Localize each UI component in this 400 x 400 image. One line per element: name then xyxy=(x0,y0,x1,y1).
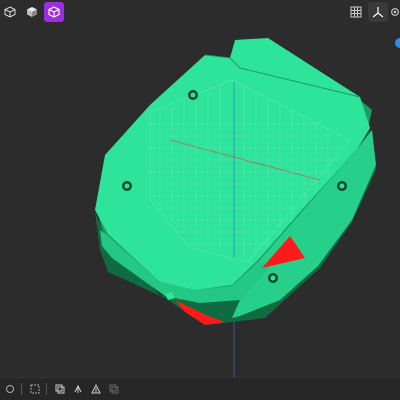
3d-viewport[interactable] xyxy=(0,0,400,378)
move-button[interactable] xyxy=(70,381,86,397)
solid-view-button[interactable] xyxy=(22,2,42,22)
box-select-button[interactable] xyxy=(27,381,43,397)
move-icon xyxy=(74,384,82,393)
select-tool-icon xyxy=(6,385,14,393)
axes-icon xyxy=(372,7,384,18)
wireframe-cube-icon xyxy=(48,6,60,18)
box-select-icon xyxy=(30,384,40,394)
duplicate-button[interactable] xyxy=(106,381,122,397)
view-cube-icon xyxy=(4,6,16,18)
toolbar-divider xyxy=(21,383,22,395)
copy-button[interactable] xyxy=(52,381,68,397)
settings-icon xyxy=(391,8,399,16)
solid-cube-icon xyxy=(27,7,37,17)
duplicate-icon xyxy=(109,384,119,394)
measure-button[interactable] xyxy=(88,381,104,397)
select-tool-button[interactable] xyxy=(2,381,18,397)
view-toolbar xyxy=(0,2,66,22)
toolbar-divider xyxy=(46,383,47,395)
axes-button[interactable] xyxy=(368,2,388,22)
wireframe-view-button[interactable] xyxy=(44,2,64,22)
scene-canvas[interactable] xyxy=(0,0,400,378)
view-options-toolbar xyxy=(346,2,400,22)
orientation-gizmo[interactable] xyxy=(394,36,400,50)
grid-layout-icon xyxy=(350,6,362,18)
settings-button[interactable] xyxy=(390,2,400,22)
bottom-toolbar xyxy=(0,377,400,400)
grid-layout-button[interactable] xyxy=(346,2,366,22)
copy-icon xyxy=(55,384,65,394)
measure-icon xyxy=(91,384,101,394)
view-cube-button[interactable] xyxy=(0,2,20,22)
gizmo-axis-icon xyxy=(395,38,400,48)
